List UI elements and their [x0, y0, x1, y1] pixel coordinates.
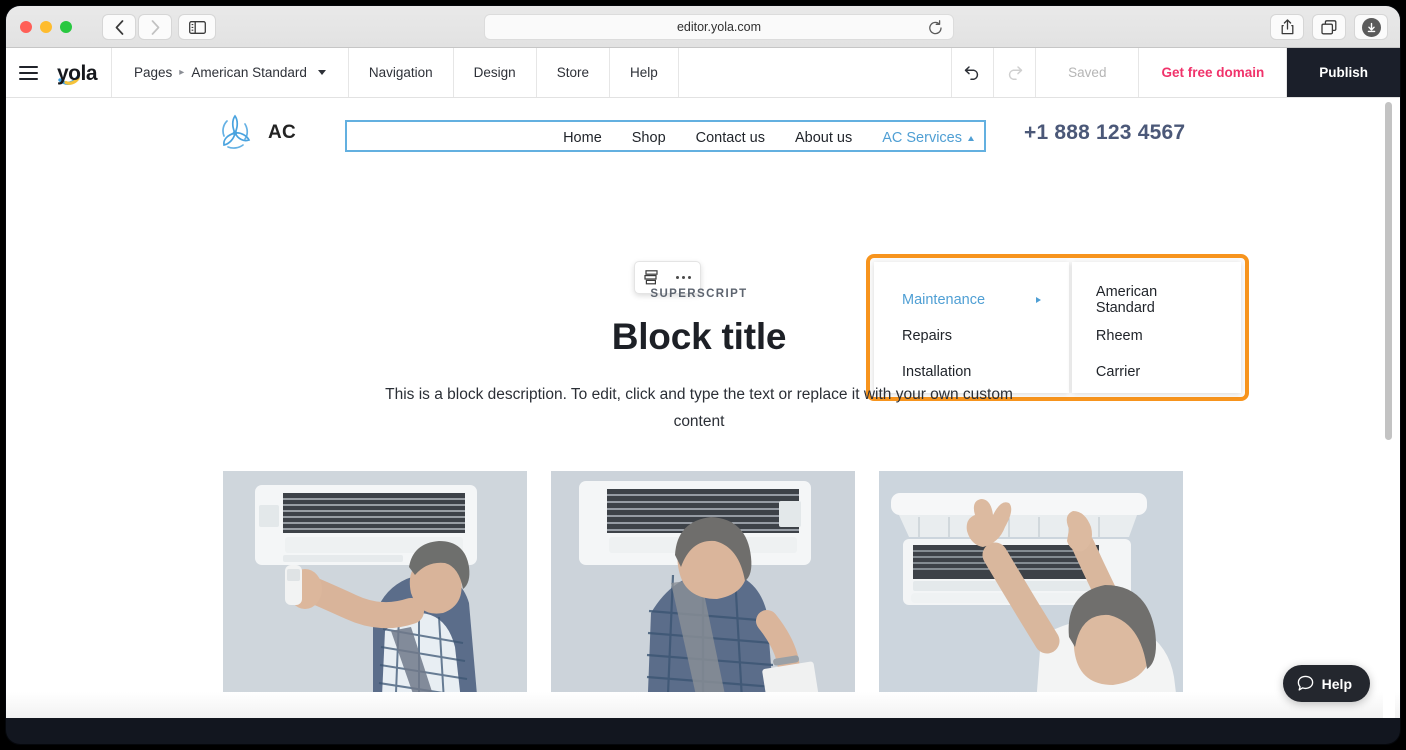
tabs-overview-button[interactable]	[1312, 14, 1346, 40]
hamburger-menu-icon	[18, 65, 38, 68]
download-icon	[1361, 17, 1381, 37]
undo-button[interactable]	[952, 48, 995, 97]
site-brand-name: AC	[268, 122, 297, 143]
svg-text:yola: yola	[57, 62, 98, 85]
downloads-button[interactable]	[1354, 14, 1388, 40]
nav-item-shop[interactable]: Shop	[632, 130, 666, 146]
fan-logo-icon	[222, 114, 251, 149]
toolbar-spacer	[679, 48, 953, 97]
saved-status-label: Saved	[1068, 65, 1107, 80]
nav-item-contact-us[interactable]: Contact us	[696, 130, 765, 146]
gallery-image-3[interactable]	[879, 471, 1183, 718]
nav-item-about-us[interactable]: About us	[795, 130, 852, 146]
pages-breadcrumb[interactable]: Pages ▸ American Standard	[112, 48, 349, 97]
help-widget-button[interactable]: Help	[1282, 665, 1370, 702]
help-widget-label: Help	[1321, 675, 1352, 692]
chrome-right-buttons	[1270, 14, 1388, 40]
chevron-left-icon	[115, 19, 123, 35]
tab-design-label: Design	[473, 65, 516, 80]
publish-label: Publish	[1319, 65, 1368, 80]
browser-window: editor.yola.com yola Pages ▸ American St…	[6, 6, 1400, 744]
sidebar-toggle-button[interactable]	[178, 14, 216, 40]
main-menu-button[interactable]	[6, 48, 50, 97]
tab-navigation[interactable]: Navigation	[349, 48, 454, 97]
chevron-up-icon	[968, 135, 974, 141]
sidebar-toggle-icon	[188, 20, 206, 34]
chevron-down-icon	[317, 70, 326, 75]
layout-sections-button[interactable]	[635, 270, 668, 285]
chat-bubble-icon	[1297, 675, 1313, 691]
site-navigation-items: Home Shop Contact us About us AC Service…	[563, 122, 974, 154]
undo-icon	[964, 66, 979, 80]
duplicate-tabs-icon	[1321, 19, 1337, 34]
window-maximize-button[interactable]	[60, 21, 72, 33]
forward-button[interactable]	[138, 14, 172, 40]
gallery-image-2[interactable]	[551, 471, 855, 718]
tab-help-label: Help	[629, 65, 658, 80]
technician-opening-panel-photo	[879, 471, 1183, 718]
site-canvas: AC Home Shop Contact us About us AC Serv…	[6, 98, 1400, 718]
more-options-button[interactable]	[668, 276, 701, 279]
scrollbar-thumb[interactable]	[1385, 102, 1392, 440]
url-text: editor.yola.com	[676, 20, 762, 34]
saved-status: Saved	[1036, 48, 1140, 97]
breadcrumb-separator-icon: ▸	[179, 67, 185, 78]
yola-logo-icon: yola	[57, 62, 98, 85]
window-minimize-button[interactable]	[40, 21, 52, 33]
get-free-domain-label: Get free domain	[1161, 65, 1265, 80]
address-bar[interactable]: editor.yola.com	[484, 14, 954, 40]
breadcrumb-page-name: American Standard	[191, 65, 307, 80]
more-options-icon	[676, 276, 680, 279]
technician-with-clipboard-photo	[551, 471, 855, 718]
chevron-right-icon	[151, 19, 159, 35]
site-phone-number[interactable]: +1 888 123 4567	[1024, 121, 1185, 145]
tab-store-label: Store	[556, 65, 589, 80]
nav-item-ac-services[interactable]: AC Services	[882, 130, 974, 146]
gallery-image-1[interactable]	[223, 471, 527, 718]
canvas-scrollbar[interactable]	[1383, 98, 1395, 718]
editor-toolbar: yola Pages ▸ American Standard Navigatio…	[6, 48, 1400, 98]
reload-button[interactable]	[928, 20, 943, 41]
content-block: SUPERSCRIPT Block title This is a block …	[6, 288, 1392, 435]
browser-chrome: editor.yola.com	[6, 6, 1400, 48]
nav-item-home[interactable]: Home	[563, 130, 602, 146]
site-brand[interactable]: AC	[214, 112, 296, 154]
publish-button[interactable]: Publish	[1287, 48, 1400, 97]
block-superscript[interactable]: SUPERSCRIPT	[6, 288, 1392, 300]
block-description[interactable]: This is a block description. To edit, cl…	[384, 382, 1014, 435]
tab-store[interactable]: Store	[537, 48, 610, 97]
back-button[interactable]	[102, 14, 136, 40]
canvas-bottom-edge	[6, 692, 1400, 718]
block-title[interactable]: Block title	[6, 316, 1392, 358]
share-button[interactable]	[1270, 14, 1304, 40]
technician-with-remote-photo	[223, 471, 527, 718]
layout-sections-icon	[644, 270, 658, 285]
breadcrumb-pages-label: Pages	[134, 65, 173, 80]
redo-button[interactable]	[994, 48, 1037, 97]
share-icon	[1281, 19, 1293, 35]
reload-icon	[929, 20, 942, 35]
yola-logo[interactable]: yola	[50, 48, 112, 97]
image-gallery	[223, 471, 1183, 718]
window-close-button[interactable]	[20, 21, 32, 33]
tab-help[interactable]: Help	[610, 48, 679, 97]
get-free-domain-button[interactable]: Get free domain	[1139, 48, 1288, 97]
site-navigation-selected[interactable]: Home Shop Contact us About us AC Service…	[345, 120, 986, 152]
tab-design[interactable]: Design	[454, 48, 537, 97]
site-header: AC Home Shop Contact us About us AC Serv…	[6, 98, 1400, 186]
redo-icon	[1009, 66, 1023, 80]
nav-item-ac-services-label: AC Services	[882, 130, 962, 146]
tab-navigation-label: Navigation	[368, 65, 433, 80]
